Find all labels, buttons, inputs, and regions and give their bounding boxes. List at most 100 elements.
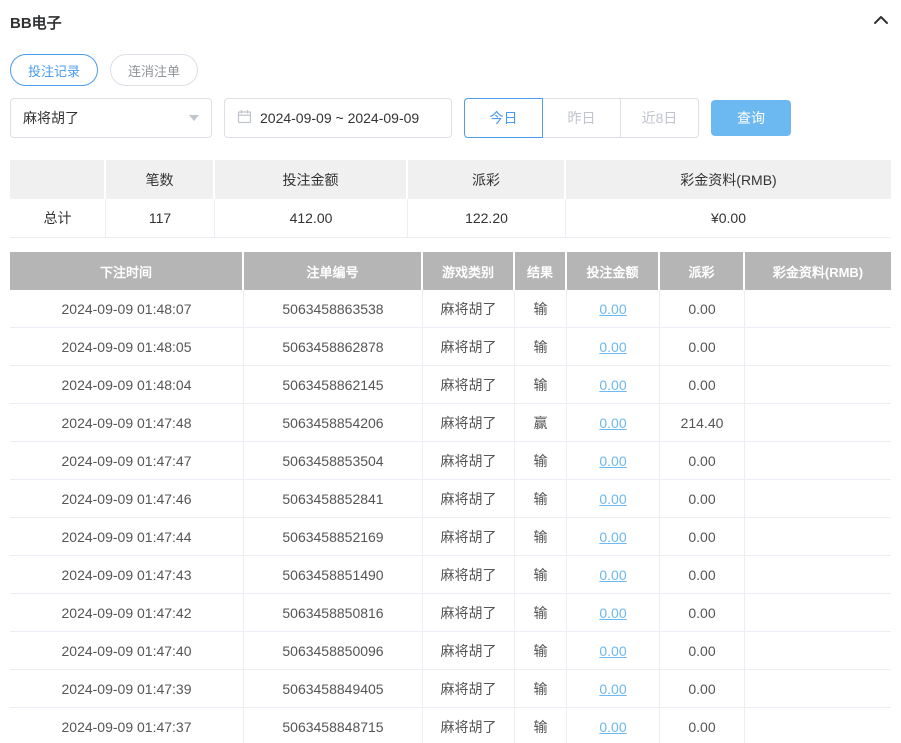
cell-game-type: 麻将胡了 bbox=[423, 518, 515, 555]
summary-header-jackpot: 彩金资料(RMB) bbox=[566, 160, 891, 199]
summary-total-jackpot: ¥0.00 bbox=[710, 210, 747, 226]
cell-payout: 0.00 bbox=[660, 670, 745, 707]
cell-order-no: 5063458863538 bbox=[244, 290, 423, 327]
tab-label: 连消注单 bbox=[128, 63, 181, 79]
bet-amount-link[interactable]: 0.00 bbox=[599, 415, 626, 431]
cell-jackpot bbox=[745, 442, 891, 479]
cell-game-type: 麻将胡了 bbox=[423, 632, 515, 669]
bet-records-table: 下注时间 注单编号 游戏类别 结果 投注金额 派彩 彩金资料(RMB) 2024… bbox=[10, 252, 891, 743]
table-row: 2024-09-09 01:47:48 5063458854206 麻将胡了 赢… bbox=[10, 404, 891, 442]
cell-jackpot bbox=[745, 594, 891, 631]
header-bet-time: 下注时间 bbox=[10, 252, 244, 290]
bet-amount-link[interactable]: 0.00 bbox=[599, 567, 626, 583]
bet-amount-link[interactable]: 0.00 bbox=[599, 719, 626, 735]
cell-game-type: 麻将胡了 bbox=[423, 708, 515, 743]
cell-bet-time: 2024-09-09 01:47:47 bbox=[10, 442, 244, 479]
cell-payout: 214.40 bbox=[660, 404, 745, 441]
record-tabs: 投注记录 连消注单 bbox=[10, 54, 891, 86]
cell-order-no: 5063458850816 bbox=[244, 594, 423, 631]
cell-jackpot bbox=[745, 366, 891, 403]
cell-order-no: 5063458852841 bbox=[244, 480, 423, 517]
cell-game-type: 麻将胡了 bbox=[423, 404, 515, 441]
cell-result: 输 bbox=[515, 594, 567, 631]
header-payout: 派彩 bbox=[660, 252, 745, 290]
caret-down-icon bbox=[189, 115, 199, 121]
table-row: 2024-09-09 01:48:07 5063458863538 麻将胡了 输… bbox=[10, 290, 891, 328]
cell-bet-amount: 0.00 bbox=[567, 556, 660, 593]
cell-order-no: 5063458862145 bbox=[244, 366, 423, 403]
cell-payout: 0.00 bbox=[660, 632, 745, 669]
cell-payout: 0.00 bbox=[660, 480, 745, 517]
yesterday-button[interactable]: 昨日 bbox=[542, 98, 621, 138]
summary-header-row: 笔数 投注金额 派彩 彩金资料(RMB) bbox=[10, 160, 891, 199]
cell-jackpot bbox=[745, 708, 891, 743]
bet-amount-link[interactable]: 0.00 bbox=[599, 377, 626, 393]
table-row: 2024-09-09 01:47:37 5063458848715 麻将胡了 输… bbox=[10, 708, 891, 743]
tab-cancelled-orders[interactable]: 连消注单 bbox=[110, 54, 199, 86]
cell-bet-amount: 0.00 bbox=[567, 594, 660, 631]
query-button[interactable]: 查询 bbox=[711, 100, 791, 136]
cell-game-type: 麻将胡了 bbox=[423, 442, 515, 479]
game-type-select[interactable]: 麻将胡了 bbox=[10, 98, 212, 138]
date-range-input[interactable]: 2024-09-09 ~ 2024-09-09 bbox=[224, 98, 452, 138]
cell-result: 输 bbox=[515, 290, 567, 327]
date-range-value: 2024-09-09 ~ 2024-09-09 bbox=[260, 110, 420, 126]
table-row: 2024-09-09 01:47:44 5063458852169 麻将胡了 输… bbox=[10, 518, 891, 556]
cell-payout: 0.00 bbox=[660, 290, 745, 327]
last-8-days-button[interactable]: 近8日 bbox=[620, 98, 699, 138]
header-game-type: 游戏类别 bbox=[423, 252, 515, 290]
bet-amount-link[interactable]: 0.00 bbox=[599, 643, 626, 659]
tab-bet-records[interactable]: 投注记录 bbox=[10, 54, 99, 86]
cell-game-type: 麻将胡了 bbox=[423, 556, 515, 593]
cell-payout: 0.00 bbox=[660, 366, 745, 403]
table-row: 2024-09-09 01:47:47 5063458853504 麻将胡了 输… bbox=[10, 442, 891, 480]
bet-amount-link[interactable]: 0.00 bbox=[599, 453, 626, 469]
table-row: 2024-09-09 01:47:42 5063458850816 麻将胡了 输… bbox=[10, 594, 891, 632]
cell-bet-amount: 0.00 bbox=[567, 708, 660, 743]
header-result: 结果 bbox=[515, 252, 567, 290]
cell-result: 输 bbox=[515, 366, 567, 403]
cell-bet-time: 2024-09-09 01:47:40 bbox=[10, 632, 244, 669]
cell-jackpot bbox=[745, 556, 891, 593]
today-button[interactable]: 今日 bbox=[464, 98, 543, 138]
summary-total-bet-amount: 412.00 bbox=[215, 199, 408, 237]
cell-bet-amount: 0.00 bbox=[567, 518, 660, 555]
cell-bet-time: 2024-09-09 01:47:42 bbox=[10, 594, 244, 631]
cell-result: 输 bbox=[515, 480, 567, 517]
game-type-selected-value: 麻将胡了 bbox=[23, 110, 79, 126]
bet-amount-link[interactable]: 0.00 bbox=[599, 681, 626, 697]
bet-amount-link[interactable]: 0.00 bbox=[599, 491, 626, 507]
cell-bet-amount: 0.00 bbox=[567, 670, 660, 707]
cell-result: 输 bbox=[515, 442, 567, 479]
cell-game-type: 麻将胡了 bbox=[423, 594, 515, 631]
header-order-no: 注单编号 bbox=[244, 252, 423, 290]
cell-bet-time: 2024-09-09 01:48:05 bbox=[10, 328, 244, 365]
cell-game-type: 麻将胡了 bbox=[423, 290, 515, 327]
cell-bet-amount: 0.00 bbox=[567, 328, 660, 365]
table-row: 2024-09-09 01:47:39 5063458849405 麻将胡了 输… bbox=[10, 670, 891, 708]
collapse-button[interactable] bbox=[873, 13, 891, 32]
table-row: 2024-09-09 01:48:05 5063458862878 麻将胡了 输… bbox=[10, 328, 891, 366]
cell-bet-time: 2024-09-09 01:47:44 bbox=[10, 518, 244, 555]
bet-amount-link[interactable]: 0.00 bbox=[599, 339, 626, 355]
cell-bet-amount: 0.00 bbox=[567, 290, 660, 327]
cell-payout: 0.00 bbox=[660, 594, 745, 631]
cell-result: 输 bbox=[515, 328, 567, 365]
bet-amount-link[interactable]: 0.00 bbox=[599, 605, 626, 621]
cell-result: 输 bbox=[515, 632, 567, 669]
cell-game-type: 麻将胡了 bbox=[423, 366, 515, 403]
cell-jackpot bbox=[745, 632, 891, 669]
cell-bet-time: 2024-09-09 01:48:04 bbox=[10, 366, 244, 403]
summary-total-label: 总计 bbox=[10, 199, 106, 237]
bet-amount-link[interactable]: 0.00 bbox=[599, 301, 626, 317]
cell-bet-time: 2024-09-09 01:47:48 bbox=[10, 404, 244, 441]
cell-bet-time: 2024-09-09 01:47:39 bbox=[10, 670, 244, 707]
bet-amount-link[interactable]: 0.00 bbox=[599, 529, 626, 545]
cell-payout: 0.00 bbox=[660, 518, 745, 555]
header-jackpot: 彩金资料(RMB) bbox=[745, 252, 891, 290]
cell-order-no: 5063458862878 bbox=[244, 328, 423, 365]
cell-game-type: 麻将胡了 bbox=[423, 480, 515, 517]
table-row: 2024-09-09 01:47:46 5063458852841 麻将胡了 输… bbox=[10, 480, 891, 518]
cell-game-type: 麻将胡了 bbox=[423, 328, 515, 365]
cell-jackpot bbox=[745, 480, 891, 517]
